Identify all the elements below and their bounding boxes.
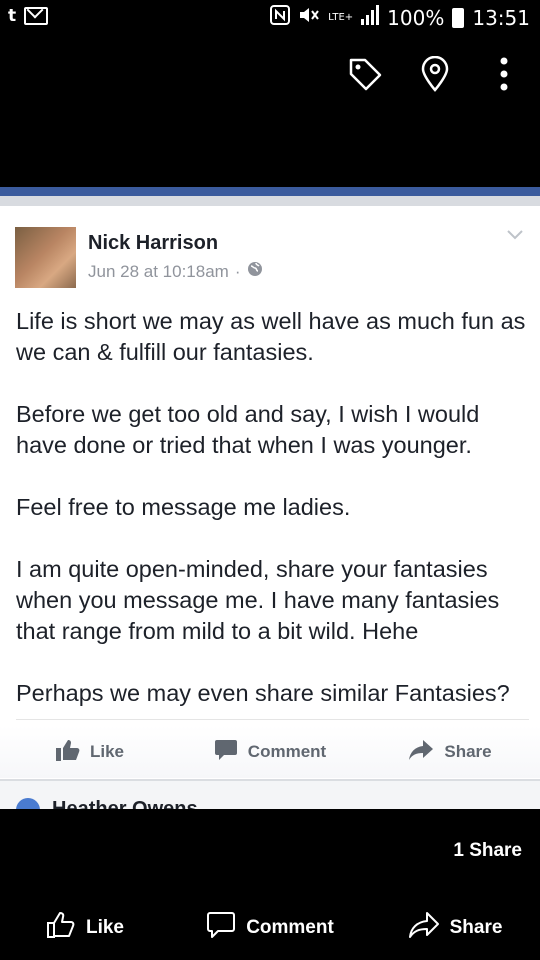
- divider: [16, 719, 529, 720]
- viewer-like-label: Like: [85, 916, 125, 938]
- feed-background: [0, 196, 540, 206]
- comment-label: Comment: [247, 742, 327, 761]
- viewer-comment-label: Comment: [246, 916, 334, 938]
- post-paragraph: Before we get too old and say, I wish I …: [16, 401, 480, 458]
- globe-icon: [247, 261, 263, 282]
- avatar[interactable]: [15, 227, 76, 288]
- post-paragraph: Life is short we may as well have as muc…: [16, 308, 526, 365]
- like-button[interactable]: Like: [0, 726, 180, 778]
- viewer-toolbar: [0, 40, 540, 100]
- comment-preview[interactable]: Heather Owens: [0, 781, 540, 809]
- more-vert-icon[interactable]: [482, 52, 526, 96]
- comment-outline-icon: [206, 911, 236, 945]
- tag-icon[interactable]: [343, 52, 387, 96]
- share-label: Share: [444, 742, 492, 761]
- post-card: Nick Harrison Jun 28 at 10:18am · Life i…: [0, 206, 540, 809]
- status-bar: t LTE+ 100% 13:51: [0, 0, 540, 36]
- post-author[interactable]: Nick Harrison: [88, 232, 218, 255]
- share-button[interactable]: Share: [360, 726, 540, 778]
- battery-percent: 100%: [387, 5, 445, 30]
- t-notification-icon: t: [8, 6, 17, 26]
- comment-button[interactable]: Comment: [180, 726, 360, 778]
- thumbs-up-outline-icon: [46, 911, 76, 945]
- battery-icon: [452, 7, 465, 28]
- share-count[interactable]: 1 Share: [453, 840, 522, 862]
- post-paragraph: Feel free to message me ladies.: [16, 494, 351, 520]
- comment-icon: [214, 739, 238, 766]
- post-body: Life is short we may as well have as muc…: [16, 306, 526, 740]
- clock: 13:51: [472, 5, 530, 30]
- post-paragraph: I am quite open-minded, share your fanta…: [16, 556, 500, 644]
- viewer-action-bar: Like Comment Share: [0, 895, 540, 960]
- location-pin-icon[interactable]: [413, 52, 457, 96]
- commenter-avatar: [16, 798, 40, 809]
- like-label: Like: [89, 742, 125, 761]
- share-outline-icon: [408, 911, 440, 945]
- commenter-name: Heather Owens: [52, 798, 198, 809]
- share-arrow-icon: [408, 739, 434, 766]
- post-timestamp[interactable]: Jun 28 at 10:18am: [88, 262, 229, 282]
- network-type: LTE+: [328, 11, 354, 23]
- post-meta: Jun 28 at 10:18am ·: [88, 261, 263, 282]
- post-paragraph: Perhaps we may even share similar Fantas…: [16, 680, 510, 706]
- nfc-icon: [270, 5, 291, 30]
- viewer-share-label: Share: [449, 916, 503, 938]
- post-actions: Like Comment Share: [0, 726, 540, 778]
- signal-icon: [361, 5, 380, 30]
- viewer-share-button[interactable]: Share: [370, 895, 540, 960]
- viewer-comment-button[interactable]: Comment: [170, 895, 370, 960]
- meta-separator: ·: [234, 261, 241, 281]
- chevron-down-icon[interactable]: [506, 228, 524, 246]
- mute-icon: [298, 5, 320, 30]
- mail-icon: [24, 7, 49, 25]
- viewer-like-button[interactable]: Like: [0, 895, 170, 960]
- header-bar: [0, 187, 540, 196]
- thumbs-up-icon: [55, 739, 80, 766]
